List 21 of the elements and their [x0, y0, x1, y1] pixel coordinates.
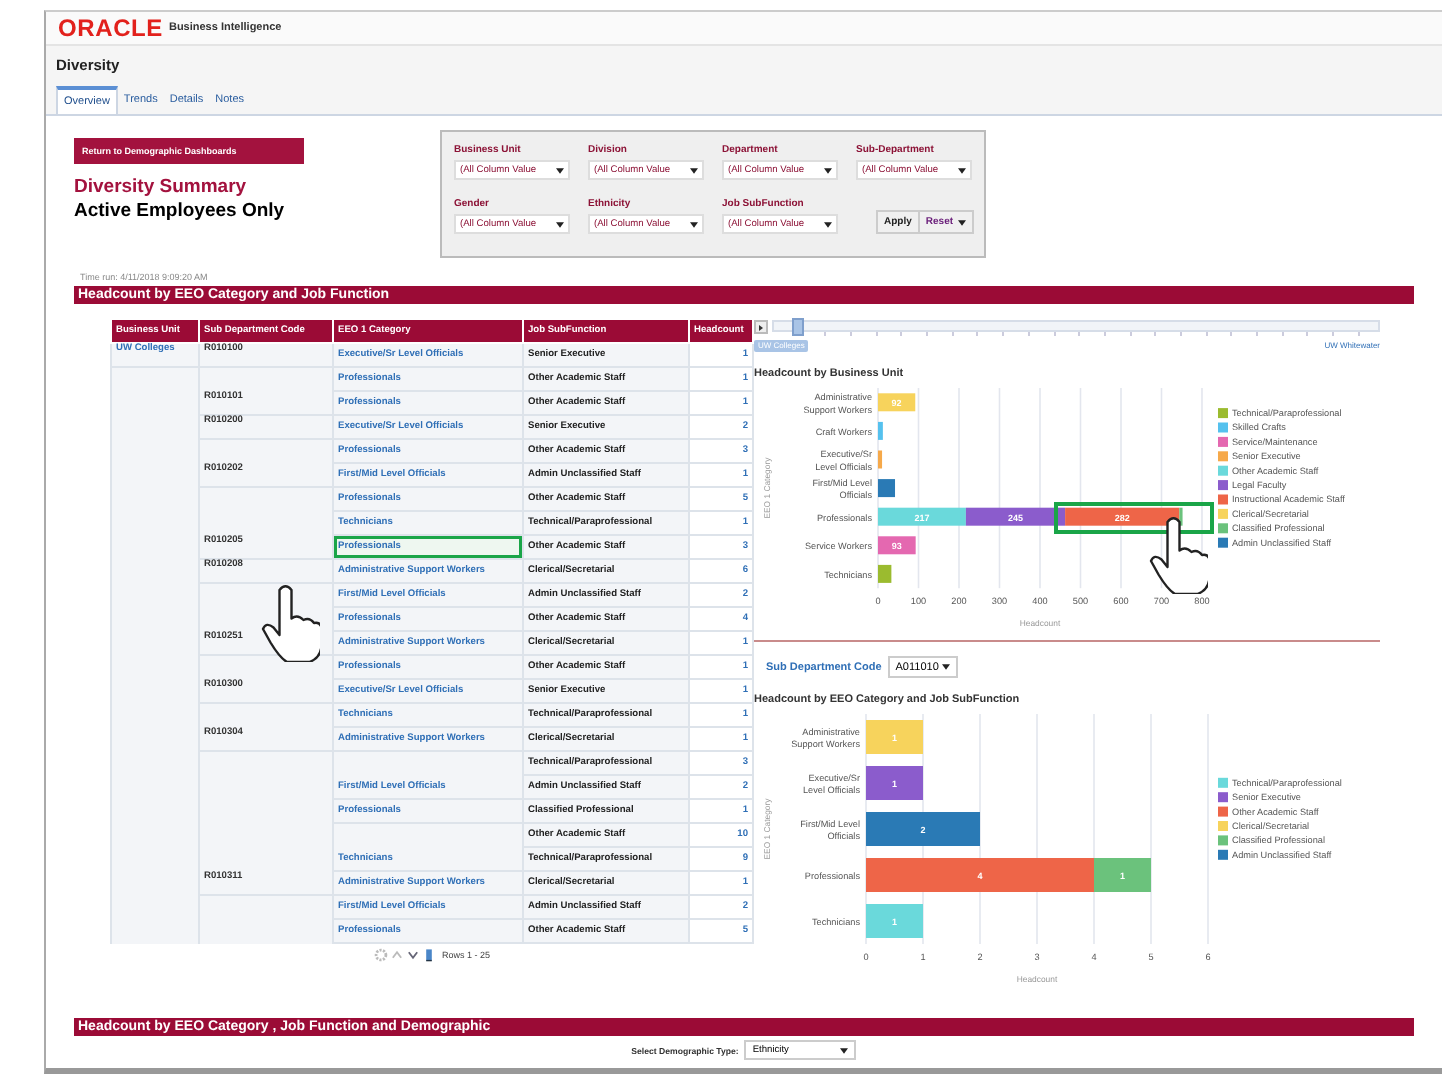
caret-icon [556, 221, 564, 227]
caret-icon [690, 221, 698, 227]
summary-subtitle: Active Employees Only [74, 200, 287, 222]
caret-icon [958, 167, 966, 173]
caret-icon [957, 219, 966, 225]
hand-cursor-icon [1148, 516, 1208, 594]
caret-icon [690, 167, 698, 173]
down-icon[interactable] [405, 948, 420, 962]
play-button[interactable] [754, 319, 768, 333]
caret-icon [840, 1047, 849, 1053]
caret-icon [824, 167, 832, 173]
slider-track[interactable] [772, 320, 1380, 332]
summary-title: Diversity Summary [74, 176, 249, 198]
slider-thumb[interactable] [792, 318, 805, 336]
page-icon[interactable] [421, 948, 436, 962]
gear-icon[interactable] [373, 948, 388, 962]
bar[interactable] [1065, 507, 1180, 526]
oracle-logo: ORACLE [58, 14, 163, 42]
caret-icon [556, 167, 564, 173]
caret-icon [824, 221, 832, 227]
caret-icon [942, 664, 951, 671]
